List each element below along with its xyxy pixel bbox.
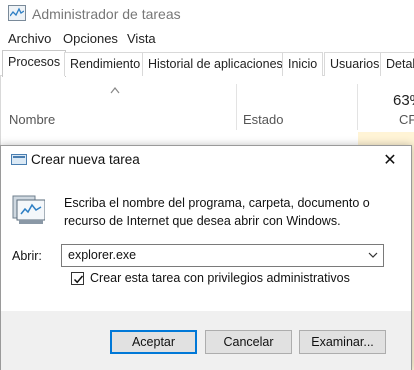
tab-historial[interactable]: Historial de aplicaciones bbox=[142, 52, 289, 76]
dialog-body: Escriba el nombre del programa, carpeta,… bbox=[1, 174, 411, 311]
tab-rendimiento[interactable]: Rendimiento bbox=[64, 52, 147, 76]
ok-button[interactable]: Aceptar bbox=[110, 330, 197, 354]
menu-opciones[interactable]: Opciones bbox=[63, 31, 118, 46]
dialog-footer: Aceptar Cancelar Examinar... bbox=[1, 311, 411, 370]
browse-button[interactable]: Examinar... bbox=[299, 330, 386, 354]
cancel-button[interactable]: Cancelar bbox=[205, 330, 292, 354]
task-manager-title: Administrador de tareas bbox=[32, 6, 181, 22]
column-divider[interactable] bbox=[357, 84, 358, 130]
description-line: recurso de Internet que desea abrir con … bbox=[64, 214, 341, 228]
menu-archivo[interactable]: Archivo bbox=[8, 31, 51, 46]
run-icon bbox=[11, 154, 27, 165]
column-header-status[interactable]: Estado bbox=[243, 112, 283, 127]
column-header-name[interactable]: Nombre bbox=[9, 112, 55, 127]
description-line: Escriba el nombre del programa, carpeta,… bbox=[64, 196, 370, 210]
column-divider[interactable] bbox=[236, 84, 237, 130]
open-input-value[interactable]: explorer.exe bbox=[68, 248, 136, 262]
close-icon[interactable]: ✕ bbox=[369, 146, 411, 174]
dialog-description: Escriba el nombre del programa, carpeta,… bbox=[64, 194, 394, 230]
tab-inicio[interactable]: Inicio bbox=[282, 52, 324, 76]
tab-usuarios[interactable]: Usuarios bbox=[324, 52, 386, 76]
dialog-titlebar[interactable]: Crear nueva tarea ✕ bbox=[1, 146, 411, 174]
column-header-cpu[interactable]: CPU bbox=[399, 112, 414, 127]
checkmark-icon bbox=[73, 275, 84, 284]
dialog-title: Crear nueva tarea bbox=[31, 152, 140, 167]
tab-detalles[interactable]: Detal bbox=[380, 52, 414, 76]
menu-vista[interactable]: Vista bbox=[127, 31, 156, 46]
task-manager-titlebar: Administrador de tareas bbox=[0, 0, 414, 28]
admin-privileges-label[interactable]: Crear esta tarea con privilegios adminis… bbox=[90, 271, 350, 285]
open-label: Abrir: bbox=[12, 249, 42, 263]
tab-procesos[interactable]: Procesos bbox=[2, 50, 67, 77]
open-combobox[interactable]: explorer.exe bbox=[61, 244, 384, 267]
task-manager-menubar: Archivo Opciones Vista bbox=[0, 28, 414, 50]
run-program-icon bbox=[12, 195, 45, 224]
cpu-usage-total: 63% bbox=[393, 92, 414, 109]
task-manager-icon bbox=[8, 5, 26, 21]
create-task-dialog: Crear nueva tarea ✕ Escriba el nombre de… bbox=[0, 145, 412, 370]
sort-ascending-icon[interactable] bbox=[110, 86, 120, 94]
admin-privileges-checkbox[interactable] bbox=[71, 272, 84, 285]
chevron-down-icon[interactable] bbox=[368, 252, 378, 259]
task-manager-tabs: Procesos Rendimiento Historial de aplica… bbox=[0, 50, 414, 77]
